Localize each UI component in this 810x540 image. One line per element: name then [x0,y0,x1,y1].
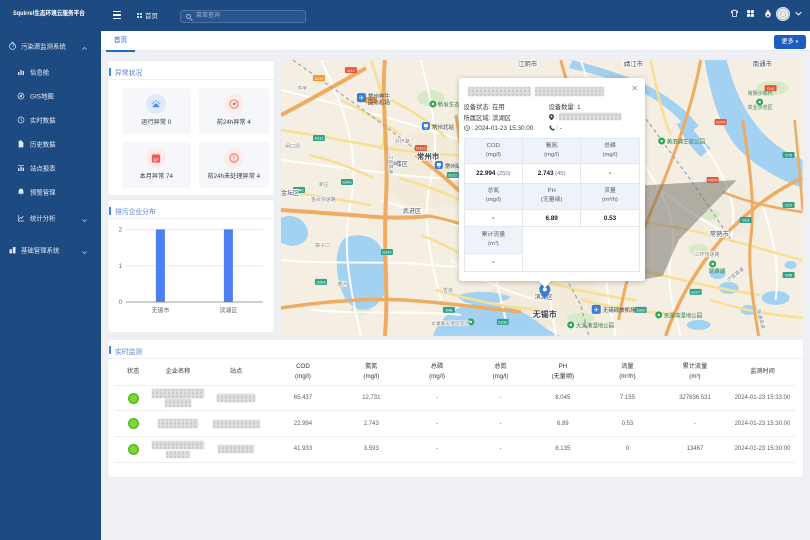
svg-text:2: 2 [118,228,122,234]
svg-text:无锡市: 无锡市 [151,307,169,315]
svg-text:无锡硕放机场: 无锡硕放机场 [603,306,636,314]
svg-text:G40: G40 [767,86,775,91]
svg-text:三环快速路: 三环快速路 [695,251,720,258]
svg-text:S75: S75 [785,153,793,158]
svg-text:外环路: 外环路 [395,138,410,145]
svg-text:雪浪: 雪浪 [443,287,453,294]
svg-text:S342: S342 [636,308,646,313]
svg-text:黄泗浦生态公园: 黄泗浦生态公园 [667,138,706,146]
svg-text:獐子口: 獐子口 [315,242,330,249]
svg-text:S58: S58 [785,273,793,278]
svg-text:江阴市: 江阴市 [518,60,538,68]
svg-text:S232: S232 [315,136,325,141]
svg-text:S19: S19 [742,218,750,223]
svg-text:G42: G42 [348,68,356,73]
svg-text:无锡市: 无锡市 [532,309,557,319]
svg-text:1: 1 [118,264,122,270]
svg-text:常阴沙现代: 常阴沙现代 [748,90,773,97]
svg-text:常熟市: 常熟市 [710,229,730,238]
svg-text:✈: ✈ [594,307,599,314]
svg-text:新庄: 新庄 [319,181,329,188]
svg-text:S342: S342 [383,250,393,255]
svg-text:S19: S19 [785,203,793,208]
svg-text:G204: G204 [716,120,727,125]
svg-text:S230: S230 [499,320,509,325]
svg-text:武进区: 武进区 [403,207,421,215]
svg-text:洪甲: 洪甲 [297,85,307,92]
svg-text:常州奔牛: 常州奔牛 [368,92,390,100]
svg-text:滨湖区: 滨湖区 [219,307,237,315]
svg-text:大溪港湿地公园: 大溪港湿地公园 [576,322,615,330]
svg-text:常州北站: 常州北站 [432,123,454,131]
svg-text:S227: S227 [691,290,701,295]
svg-text:常州市: 常州市 [417,151,440,161]
svg-text:江宜高速: 江宜高速 [387,154,394,174]
svg-text:S239: S239 [315,76,325,81]
svg-text:贡湖湾湿地公园: 贡湖湾湿地公园 [664,312,703,320]
svg-text:G312: G312 [416,146,427,151]
svg-text:金坛区: 金坛区 [281,189,299,197]
svg-text:靖江市: 靖江市 [624,60,644,68]
svg-text:S340: S340 [343,180,353,185]
svg-text:S122: S122 [449,173,459,178]
svg-text:S48: S48 [446,308,454,313]
svg-text:S264: S264 [317,280,327,285]
svg-text:✈: ✈ [359,95,364,102]
svg-text:0: 0 [118,300,122,306]
svg-text:昆承湖: 昆承湖 [709,267,726,275]
svg-text:南通市: 南通市 [753,60,773,68]
svg-text:农业示范区: 农业示范区 [748,104,773,111]
svg-text:太湖鼋头渚风景区: 太湖鼋头渚风景区 [431,320,469,327]
svg-text:国际机场: 国际机场 [368,99,390,107]
svg-text:闸口坝: 闸口坝 [285,143,300,150]
svg-text:金武快速路: 金武快速路 [311,196,336,203]
svg-text:漕河: 漕河 [337,281,347,288]
